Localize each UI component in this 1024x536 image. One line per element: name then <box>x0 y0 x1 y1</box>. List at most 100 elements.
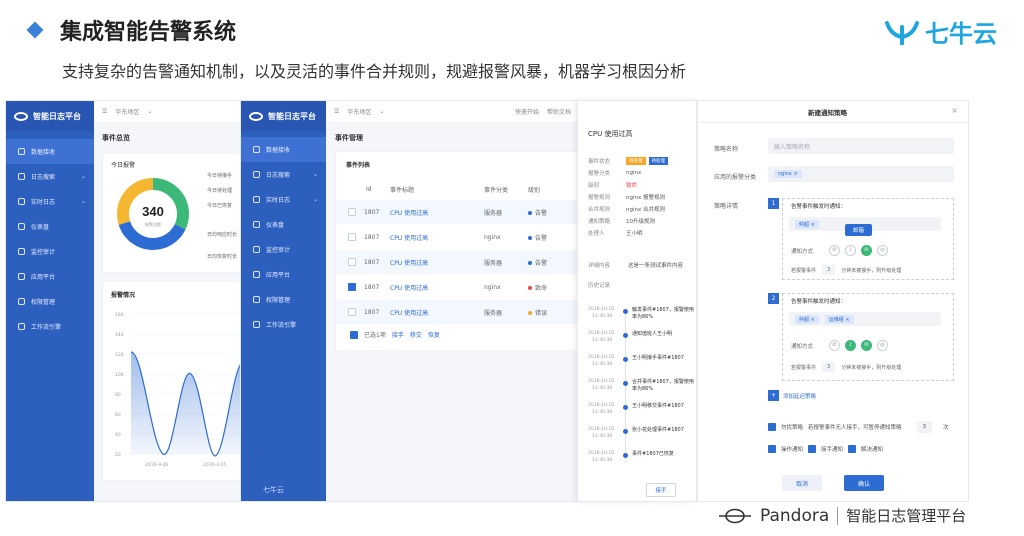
chat-icon[interactable]: ◎ <box>877 245 889 256</box>
select-all-checkbox[interactable] <box>350 330 358 339</box>
resolve-notify-checkbox[interactable] <box>848 445 857 453</box>
row-checkbox[interactable] <box>348 233 356 241</box>
timeline-dot <box>623 405 628 410</box>
chevron-down-icon: ⌄ <box>379 108 385 115</box>
person-tag[interactable]: 仲超 × <box>795 314 819 324</box>
sidebar-item-permissions[interactable]: 权限管理 <box>6 289 94 314</box>
monitor-icon <box>253 246 260 253</box>
transfer-action[interactable]: 移交 <box>410 330 422 339</box>
add-step-button[interactable]: + 添加延迟策略 <box>768 390 816 401</box>
y-tick-label: 160 <box>115 312 124 318</box>
level-text: 告警 <box>535 259 548 267</box>
detail-label: 策略详情 <box>714 203 739 210</box>
status-tag: 待处理 <box>626 157 646 165</box>
sidebar-item-search[interactable]: 日志搜索 ⌄ <box>241 162 326 187</box>
col-category[interactable]: 事件分类 <box>484 185 508 194</box>
sidebar-item-dashboard[interactable]: 仪表盘 <box>6 214 94 239</box>
category-select[interactable]: nginx × <box>768 166 954 182</box>
col-level[interactable]: 级别 <box>528 185 540 194</box>
event-title[interactable]: CPU 使用过高 <box>390 258 428 267</box>
region-select[interactable]: 华东地区 <box>115 107 139 116</box>
cancel-button[interactable]: 取消 <box>782 475 822 491</box>
app-header: 智能日志平台 <box>241 101 326 131</box>
bell-icon[interactable]: ♪ <box>845 245 857 256</box>
quick-start-link[interactable]: 快速开始 <box>515 107 539 116</box>
notify-person-select[interactable]: 仲超 × 运维组 × <box>789 312 941 326</box>
sidebar-item-permissions[interactable]: 权限管理 <box>241 287 326 312</box>
menu-icon[interactable]: ☰ <box>102 108 107 115</box>
op-notify-checkbox[interactable] <box>768 445 776 453</box>
confirm-button[interactable]: 确认 <box>844 475 884 491</box>
event-id: 1807 <box>364 258 380 266</box>
detail-field: 处理人 王小明 <box>588 227 696 239</box>
footer-tagline: 智能日志管理平台 <box>846 507 967 525</box>
table-row[interactable]: 1807 CPU 使用过高 服务器 告警 <box>336 200 577 224</box>
event-title[interactable]: CPU 使用过高 <box>390 283 428 292</box>
field-value: nginx <box>626 170 642 176</box>
history-text: 触发事件#1807，报警使用率为86% <box>632 307 694 320</box>
person-tag[interactable]: 仲超 × <box>795 219 819 229</box>
y-tick-label: 120 <box>115 352 124 358</box>
bell-icon[interactable]: ♪ <box>845 340 857 351</box>
take-notify-checkbox[interactable] <box>808 445 817 453</box>
phone-icon[interactable]: ✆ <box>829 245 841 256</box>
field-key: 报警规则 <box>588 195 611 201</box>
sidebar-item-monitor[interactable]: 监控审计 <box>241 237 326 262</box>
event-title[interactable]: CPU 使用过高 <box>390 233 428 242</box>
qiniu-logo-icon <box>885 20 919 45</box>
sidebar-item-dashboard[interactable]: 仪表盘 <box>241 212 326 237</box>
event-title[interactable]: CPU 使用过高 <box>390 208 428 217</box>
category-tag[interactable]: nginx × <box>774 170 802 178</box>
docs-link[interactable]: 帮助文档 <box>547 107 577 116</box>
table-row[interactable]: 1807 CPU 使用过高 nginx 告警 <box>336 225 577 249</box>
minutes-input[interactable]: 3 <box>822 362 836 372</box>
level-dot <box>528 311 532 315</box>
region-select[interactable]: 华东地区 <box>347 107 371 116</box>
sidebar-item-realtime[interactable]: 实时日志 ⌄ <box>6 189 94 214</box>
phone-icon[interactable]: ✆ <box>829 340 841 351</box>
sidebar-item-apps[interactable]: 应用平台 <box>6 264 94 289</box>
row-checkbox[interactable] <box>348 208 356 216</box>
row-checkbox[interactable] <box>348 308 356 316</box>
history-text: 通知值班人王小明 <box>632 331 673 337</box>
history-item: 2016-10-10 12:30:30 王小明移交事件#1807 <box>578 403 696 427</box>
event-title[interactable]: CPU 使用过高 <box>390 308 428 317</box>
event-id: 1807 <box>364 233 380 241</box>
chevron-down-icon: ⌄ <box>147 108 153 115</box>
slide-title: 集成智能告警系统 <box>60 20 237 45</box>
silence-checkbox[interactable] <box>768 423 776 431</box>
sidebar-item-search[interactable]: 日志搜索 ⌄ <box>6 164 94 189</box>
take-action[interactable]: 接手 <box>392 330 404 339</box>
sidebar-item-monitor[interactable]: 监控审计 <box>6 239 94 264</box>
policy-modal: 新建通知策略 × 策略名称 输入策略名称 应用的报警分类 nginx × 策略详… <box>697 100 969 502</box>
table-row[interactable]: 1807 CPU 使用过高 服务器 错误 <box>336 300 577 324</box>
sidebar-item-realtime[interactable]: 实时日志 ⌄ <box>241 187 326 212</box>
menu-icon[interactable]: ☰ <box>334 108 339 115</box>
close-icon[interactable]: × <box>951 106 958 115</box>
table-row[interactable]: 1807 CPU 使用过高 服务器 告警 <box>336 250 577 274</box>
restore-action[interactable]: 恢复 <box>428 330 440 339</box>
sidebar-item-apps[interactable]: 应用平台 <box>241 262 326 287</box>
event-id: 1807 <box>364 208 380 216</box>
take-button[interactable]: 接手 <box>646 483 676 497</box>
chevron-down-icon: ⌄ <box>80 173 86 180</box>
row-checkbox[interactable] <box>348 258 356 266</box>
sidebar-item-data[interactable]: 数据接收 <box>6 139 94 164</box>
field-key: 合并规则 <box>588 207 611 213</box>
minutes-input[interactable]: 3 <box>822 265 836 275</box>
sidebar-item-workflow[interactable]: 工作流引擎 <box>241 312 326 337</box>
history-text: 张小花处理事件#1807 <box>632 427 684 433</box>
silence-count-input[interactable]: 3 <box>916 421 933 433</box>
mail-icon[interactable]: ✉ <box>861 245 873 256</box>
policy-name-input[interactable]: 输入策略名称 <box>768 138 954 154</box>
chat-icon[interactable]: ◎ <box>877 340 889 351</box>
table-row[interactable]: 1807 CPU 使用过高 nginx 致命 <box>336 275 577 299</box>
history-item: 2016-10-10 12:30:30 合并事件#1807，报警使用率为86% <box>578 379 696 403</box>
sidebar-item-data[interactable]: 数据接收 <box>241 137 326 162</box>
row-checkbox[interactable] <box>348 283 356 291</box>
mail-icon[interactable]: ✉ <box>861 340 873 351</box>
sidebar-item-workflow[interactable]: 工作流引擎 <box>6 314 94 339</box>
silence-option: 勿扰策略 若报警事件无人接手，可暂停通知策略 3 次 <box>768 421 949 433</box>
history-item: 2016-10-10 12:30:30 王小明接手事件#1807 <box>578 355 696 379</box>
group-tag[interactable]: 运维组 × <box>824 314 854 324</box>
